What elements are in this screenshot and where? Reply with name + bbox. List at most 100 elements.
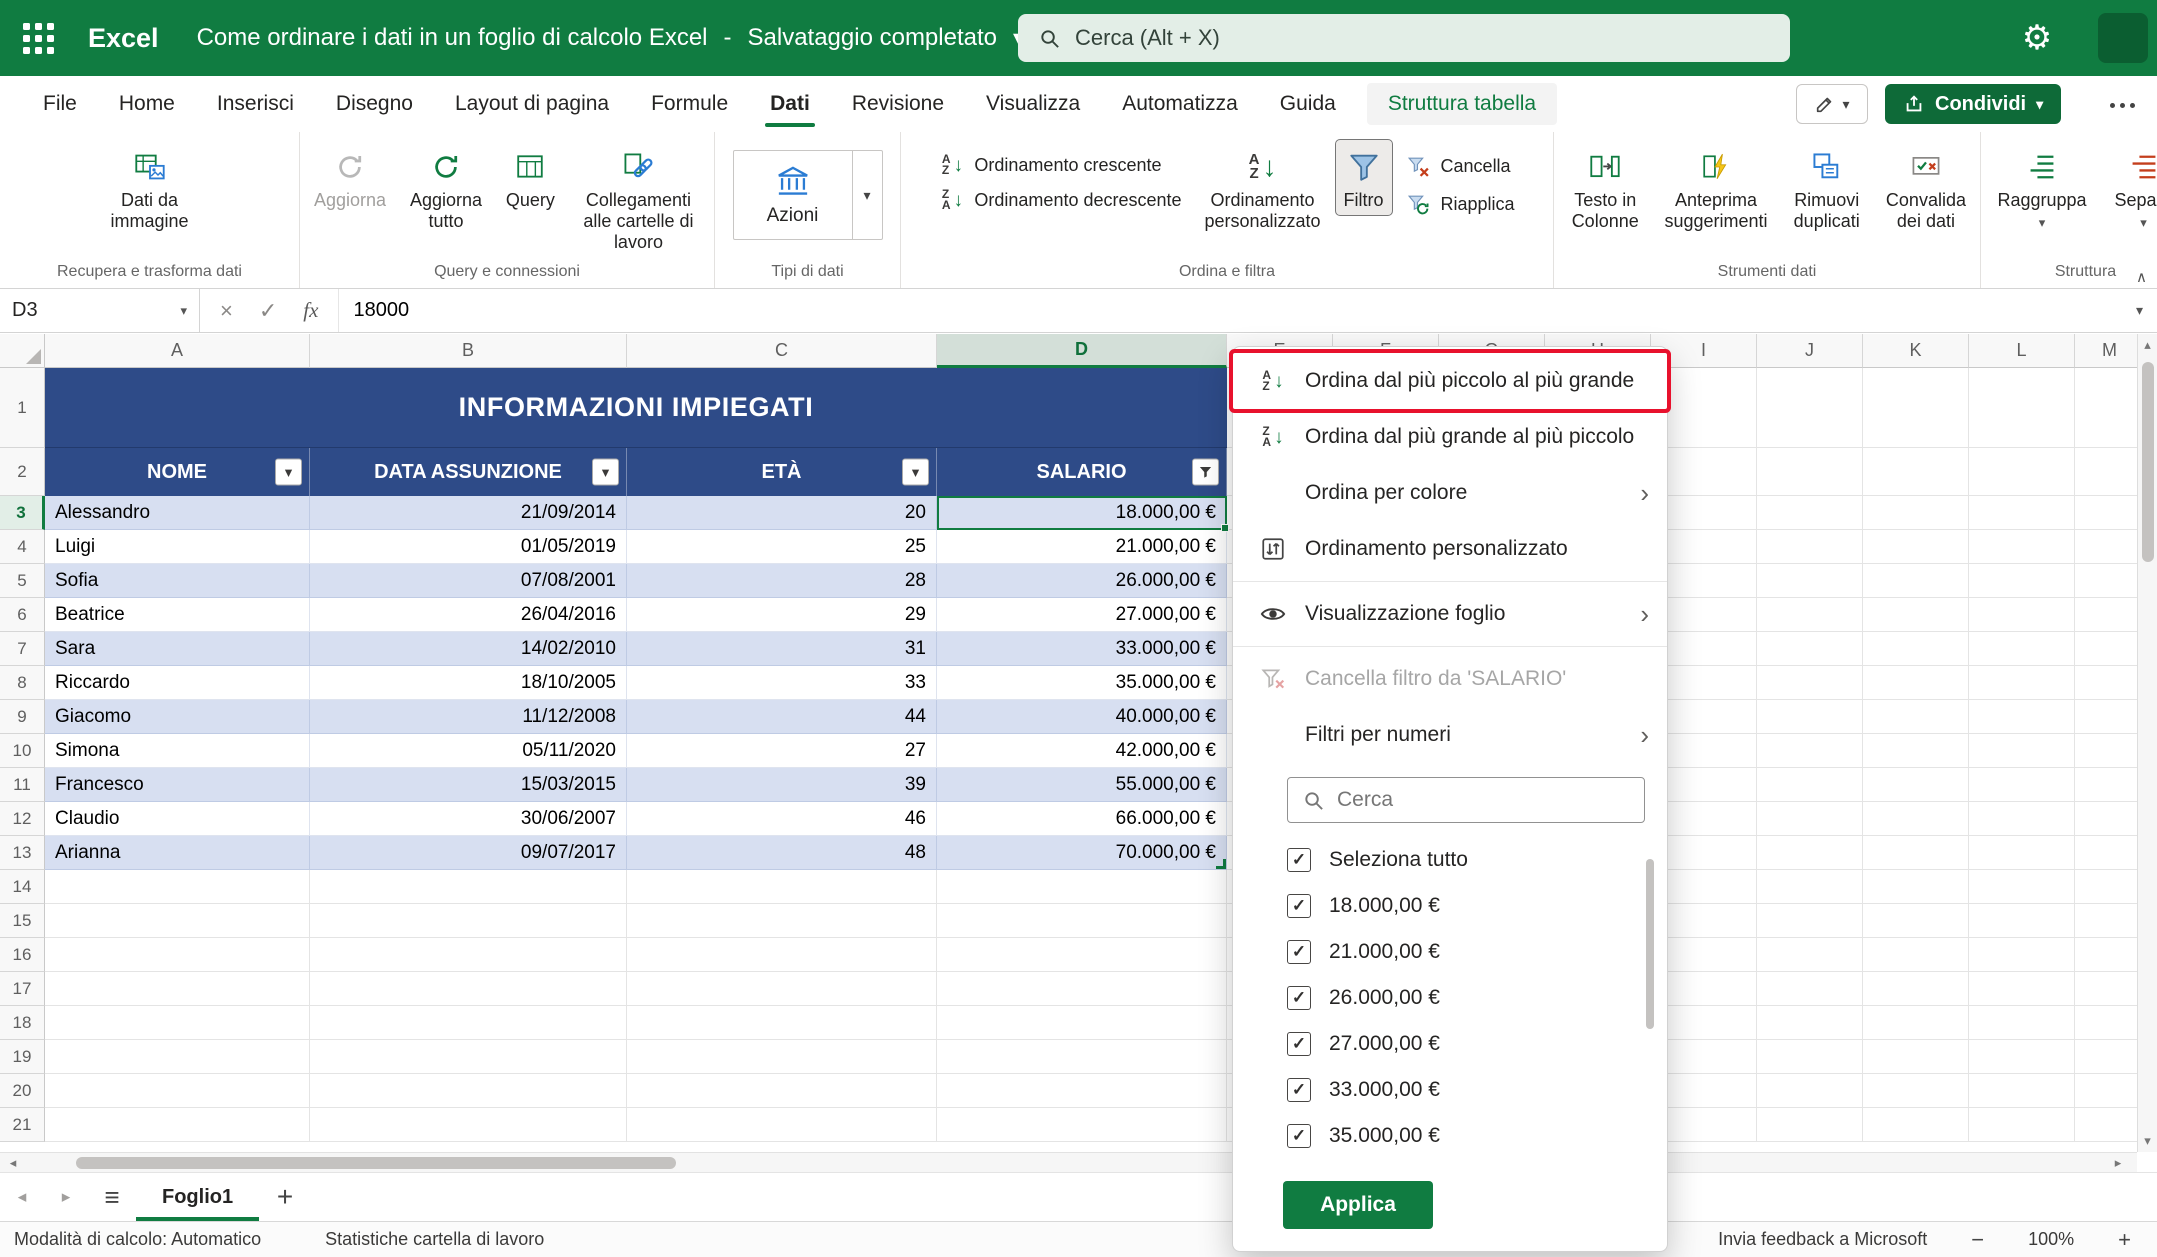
select-all-corner[interactable]: [0, 334, 45, 368]
cell-K12[interactable]: [1863, 802, 1969, 836]
ribbon-button-query[interactable]: Query: [498, 140, 563, 215]
checkbox-checked-icon[interactable]: ✓: [1287, 1078, 1311, 1102]
cell-L12[interactable]: [1969, 802, 2075, 836]
more-commands-button[interactable]: [2100, 90, 2144, 118]
checkbox-checked-icon[interactable]: ✓: [1287, 848, 1311, 872]
cell-A18[interactable]: [45, 1006, 310, 1040]
cell-M12[interactable]: [2075, 802, 2145, 836]
cell-M14[interactable]: [2075, 870, 2145, 904]
cell-A10[interactable]: Simona: [45, 734, 310, 768]
column-header-C[interactable]: C: [627, 334, 937, 368]
cell-L7[interactable]: [1969, 632, 2075, 666]
cell-A21[interactable]: [45, 1108, 310, 1142]
cell-J16[interactable]: [1757, 938, 1863, 972]
collapse-ribbon-button[interactable]: ∧: [2136, 268, 2147, 286]
row-header-10[interactable]: 10: [0, 734, 45, 768]
column-header-B[interactable]: B: [310, 334, 627, 368]
cell-K18[interactable]: [1863, 1006, 1969, 1040]
cell-B9[interactable]: 11/12/2008: [310, 700, 627, 734]
horizontal-scroll-thumb[interactable]: [76, 1157, 676, 1169]
row-header-20[interactable]: 20: [0, 1074, 45, 1108]
cell-C16[interactable]: [627, 938, 937, 972]
cell-L1[interactable]: [1969, 368, 2075, 448]
fill-handle[interactable]: [1221, 524, 1229, 532]
checkbox-checked-icon[interactable]: ✓: [1287, 894, 1311, 918]
cell-A13[interactable]: Arianna: [45, 836, 310, 870]
ribbon-button-rimuovi-duplicati[interactable]: Rimuovi duplicati: [1781, 140, 1871, 236]
row-header-1[interactable]: 1: [0, 368, 45, 448]
row-header-17[interactable]: 17: [0, 972, 45, 1006]
sheet-nav-next-button[interactable]: ▸: [44, 1173, 88, 1221]
tab-home[interactable]: Home: [98, 76, 196, 132]
cell-B17[interactable]: [310, 972, 627, 1006]
cell-M21[interactable]: [2075, 1108, 2145, 1142]
cell-D19[interactable]: [937, 1040, 1227, 1074]
cell-D5[interactable]: 26.000,00 €: [937, 564, 1227, 598]
cell-L20[interactable]: [1969, 1074, 2075, 1108]
cell-A4[interactable]: Luigi: [45, 530, 310, 564]
cell-J5[interactable]: [1757, 564, 1863, 598]
cell-L2[interactable]: [1969, 448, 2075, 496]
cell-J11[interactable]: [1757, 768, 1863, 802]
filter-checkbox-35-000-00[interactable]: ✓35.000,00 €: [1287, 1113, 1645, 1159]
cell-K6[interactable]: [1863, 598, 1969, 632]
scroll-down-icon[interactable]: ▾: [2144, 1130, 2151, 1152]
ribbon-button-ordinamento-decrescente[interactable]: ZA↓Ordinamento decrescente: [939, 189, 1181, 211]
row-header-14[interactable]: 14: [0, 870, 45, 904]
filter-dropdown-button-nome[interactable]: ▾: [275, 459, 302, 486]
cell-A20[interactable]: [45, 1074, 310, 1108]
column-header-D[interactable]: D: [937, 334, 1227, 368]
cell-K15[interactable]: [1863, 904, 1969, 938]
sheet-tab-foglio1[interactable]: Foglio1: [136, 1173, 259, 1221]
cell-C18[interactable]: [627, 1006, 937, 1040]
ribbon-button-convalida-dei-dati[interactable]: Convalida dei dati: [1878, 140, 1974, 236]
tab-file[interactable]: File: [22, 76, 98, 132]
ribbon-button-filtro[interactable]: Filtro: [1336, 140, 1392, 215]
cell-K20[interactable]: [1863, 1074, 1969, 1108]
cell-B15[interactable]: [310, 904, 627, 938]
cell-L17[interactable]: [1969, 972, 2075, 1006]
cell-B14[interactable]: [310, 870, 627, 904]
cell-B8[interactable]: 18/10/2005: [310, 666, 627, 700]
column-header-M[interactable]: M: [2075, 334, 2145, 368]
cell-A11[interactable]: Francesco: [45, 768, 310, 802]
cell-D6[interactable]: 27.000,00 €: [937, 598, 1227, 632]
cell-C12[interactable]: 46: [627, 802, 937, 836]
cell-C5[interactable]: 28: [627, 564, 937, 598]
cell-M18[interactable]: [2075, 1006, 2145, 1040]
row-header-6[interactable]: 6: [0, 598, 45, 632]
cell-M4[interactable]: [2075, 530, 2145, 564]
tab-guida[interactable]: Guida: [1259, 76, 1357, 132]
table-header-nome[interactable]: NOME▾: [45, 448, 310, 496]
cell-A8[interactable]: Riccardo: [45, 666, 310, 700]
cell-C15[interactable]: [627, 904, 937, 938]
cell-C13[interactable]: 48: [627, 836, 937, 870]
cell-J9[interactable]: [1757, 700, 1863, 734]
cell-L4[interactable]: [1969, 530, 2075, 564]
cell-D11[interactable]: 55.000,00 €: [937, 768, 1227, 802]
filter-menu-item-ordina-dal-più-piccolo-al-più-grande[interactable]: AZ↓Ordina dal più piccolo al più grande: [1233, 353, 1667, 409]
cell-M19[interactable]: [2075, 1040, 2145, 1074]
cell-A5[interactable]: Sofia: [45, 564, 310, 598]
cell-L3[interactable]: [1969, 496, 2075, 530]
filter-checkbox-21-000-00[interactable]: ✓21.000,00 €: [1287, 929, 1645, 975]
cell-M13[interactable]: [2075, 836, 2145, 870]
cell-D7[interactable]: 33.000,00 €: [937, 632, 1227, 666]
cell-M7[interactable]: [2075, 632, 2145, 666]
cell-K17[interactable]: [1863, 972, 1969, 1006]
cell-L6[interactable]: [1969, 598, 2075, 632]
cell-J19[interactable]: [1757, 1040, 1863, 1074]
cell-M16[interactable]: [2075, 938, 2145, 972]
cell-B10[interactable]: 05/11/2020: [310, 734, 627, 768]
cell-M10[interactable]: [2075, 734, 2145, 768]
cell-D10[interactable]: 42.000,00 €: [937, 734, 1227, 768]
column-header-J[interactable]: J: [1757, 334, 1863, 368]
cell-C10[interactable]: 27: [627, 734, 937, 768]
cell-L5[interactable]: [1969, 564, 2075, 598]
filter-menu-item-ordina-dal-più-grande-al-più-piccolo[interactable]: ZA↓Ordina dal più grande al più piccolo: [1233, 409, 1667, 465]
cell-K2[interactable]: [1863, 448, 1969, 496]
filter-menu-item-visualizzazione-foglio[interactable]: Visualizzazione foglio›: [1233, 586, 1667, 642]
cell-M5[interactable]: [2075, 564, 2145, 598]
filter-dropdown-button-data-assunzione[interactable]: ▾: [592, 459, 619, 486]
cell-J18[interactable]: [1757, 1006, 1863, 1040]
